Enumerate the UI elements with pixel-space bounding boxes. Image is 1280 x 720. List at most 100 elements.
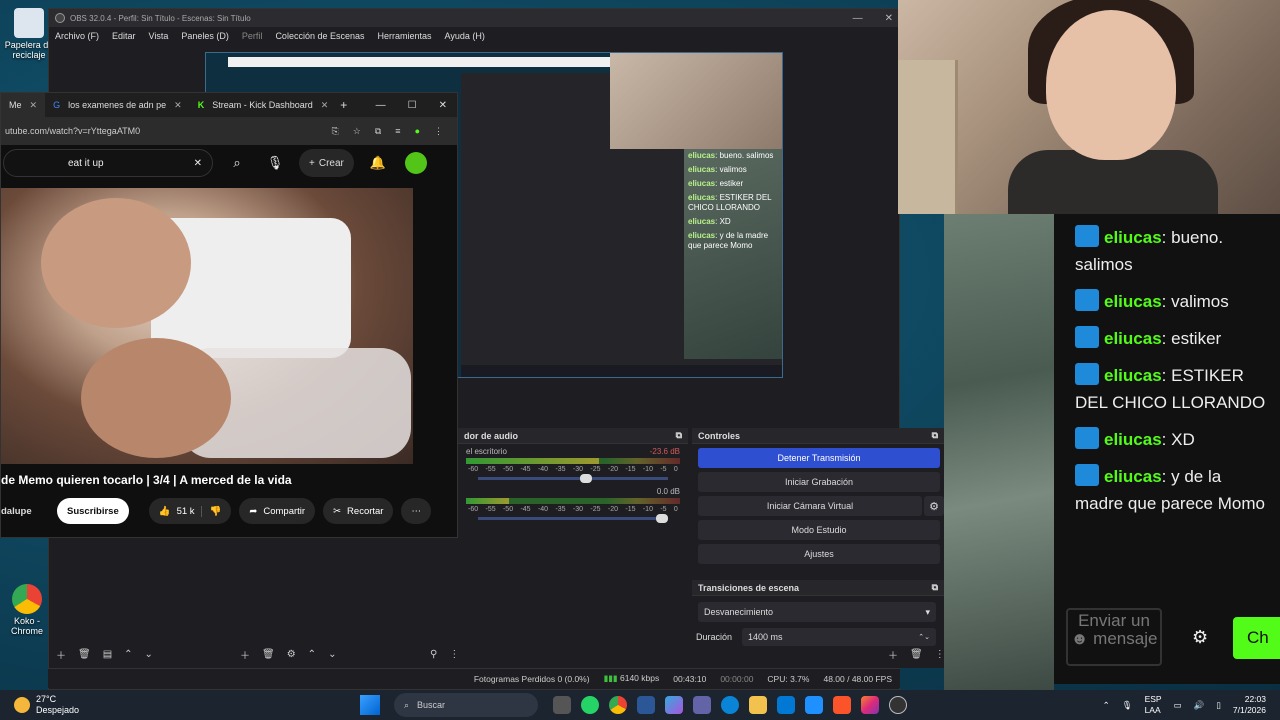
share-button[interactable]: ➦ Compartir xyxy=(239,498,316,524)
tray-chevron-icon[interactable]: ⌃ xyxy=(1103,700,1110,711)
menu-icon[interactable]: ⋮ xyxy=(434,126,443,137)
search-input[interactable]: eat it up ✕ xyxy=(3,149,213,177)
menu-view[interactable]: Vista xyxy=(149,31,169,41)
trash-icon[interactable]: 🗑 xyxy=(262,649,275,660)
whatsapp-icon[interactable] xyxy=(581,696,599,714)
minimize-icon[interactable]: — xyxy=(853,13,863,24)
link-icon[interactable]: ⚲ xyxy=(430,649,437,660)
taskbar-search[interactable]: ⌕ Buscar xyxy=(394,693,538,717)
microphone-icon[interactable]: 🎙 xyxy=(261,149,289,177)
menu-edit[interactable]: Editar xyxy=(112,31,136,41)
like-button[interactable]: 👍 51 k 👎 xyxy=(148,498,232,524)
thumbs-down-icon[interactable]: 👎 xyxy=(200,505,221,517)
word-icon[interactable] xyxy=(637,696,655,714)
teams-icon[interactable] xyxy=(693,696,711,714)
studio-mode-button[interactable]: Modo Estudio xyxy=(698,520,940,540)
file-explorer-icon[interactable] xyxy=(749,696,767,714)
start-virtual-camera-button[interactable]: Iniciar Cámara Virtual xyxy=(698,496,922,516)
avatar[interactable] xyxy=(402,149,430,177)
menu-tools[interactable]: Herramientas xyxy=(378,31,432,41)
filter-icon[interactable]: ▤ xyxy=(103,649,112,660)
undock-icon[interactable]: ⧉ xyxy=(676,430,682,441)
duration-input[interactable]: 1400 ms ⌃⌄ xyxy=(742,628,936,646)
undock-icon[interactable]: ⧉ xyxy=(932,582,938,593)
language-indicator[interactable]: ESP LAA xyxy=(1145,694,1162,716)
more-icon[interactable]: ⋮ xyxy=(449,649,459,660)
extensions-icon[interactable]: ⧉ xyxy=(375,126,381,137)
address-bar[interactable]: utube.com/watch?v=rYttegaATM0 ⎘ ☆ ⧉ ≡ ● … xyxy=(1,117,457,145)
gear-icon[interactable]: ⚙ xyxy=(1192,627,1208,648)
chat-input[interactable]: Enviar un ☻ mensaje xyxy=(1066,608,1162,666)
new-tab-icon[interactable]: + xyxy=(336,98,347,112)
close-icon[interactable]: ✕ xyxy=(885,13,893,24)
start-button[interactable] xyxy=(360,695,380,715)
channel-name[interactable]: dalupe xyxy=(1,506,49,517)
more-actions-button[interactable]: ⋯ xyxy=(401,498,431,524)
tab-adn[interactable]: Glos examenes de adn pe ✕ xyxy=(45,93,190,117)
gear-icon[interactable]: ⚙ xyxy=(287,649,296,660)
volume-slider[interactable] xyxy=(478,474,668,483)
menu-profile[interactable]: Perfil xyxy=(242,31,263,41)
minimize-icon[interactable]: — xyxy=(376,100,386,111)
close-tab-icon[interactable]: ✕ xyxy=(321,100,329,111)
instagram-icon[interactable] xyxy=(861,696,879,714)
task-view-icon[interactable] xyxy=(553,696,571,714)
subscribe-button[interactable]: Suscribirse xyxy=(57,498,129,524)
add-icon[interactable]: ＋ xyxy=(240,647,250,662)
chrome-icon[interactable] xyxy=(609,696,627,714)
video-player[interactable] xyxy=(1,188,413,464)
tab-youtube[interactable]: Me ✕ xyxy=(1,93,46,117)
transition-select[interactable]: Desvanecimiento ▾ xyxy=(698,602,936,622)
cast-icon[interactable]: ⎘ xyxy=(332,126,339,137)
notifications-icon[interactable]: 🔔 xyxy=(364,149,392,177)
move-down-icon[interactable]: ⌄ xyxy=(145,649,153,660)
clear-search-icon[interactable]: ✕ xyxy=(194,158,202,169)
trash-icon[interactable]: 🗑 xyxy=(910,649,923,660)
search-icon[interactable]: ⌕ xyxy=(223,149,251,177)
close-tab-icon[interactable]: ✕ xyxy=(174,100,182,111)
microphone-icon[interactable]: 🎙 xyxy=(1122,700,1133,711)
network-icon[interactable]: ▭ xyxy=(1174,700,1182,711)
media-icon[interactable]: ≡ xyxy=(395,126,400,137)
menu-docks[interactable]: Paneles (D) xyxy=(181,31,229,41)
url-text[interactable]: utube.com/watch?v=rYttegaATM0 xyxy=(5,126,140,136)
recycle-bin-shortcut[interactable]: Papelera de reciclaje xyxy=(4,8,54,60)
trash-icon[interactable]: 🗑 xyxy=(78,649,91,660)
create-button[interactable]: + Crear xyxy=(299,149,354,177)
slider-knob[interactable] xyxy=(580,474,592,483)
store-icon[interactable] xyxy=(777,696,795,714)
add-icon[interactable]: ＋ xyxy=(56,647,66,662)
chat-send-button[interactable]: Ch xyxy=(1233,617,1280,659)
profile-icon[interactable]: ● xyxy=(415,126,420,137)
battery-icon[interactable]: ▯ xyxy=(1216,700,1221,711)
virtual-camera-settings-icon[interactable]: ⚙ xyxy=(924,496,944,516)
volume-slider[interactable] xyxy=(478,514,668,523)
weather-widget[interactable]: 27°C Despejado xyxy=(0,694,360,716)
move-up-icon[interactable]: ⌃ xyxy=(124,649,132,660)
undock-icon[interactable]: ⧉ xyxy=(932,430,938,441)
clock[interactable]: 22:03 7/1/2026 xyxy=(1233,694,1266,716)
start-recording-button[interactable]: Iniciar Grabación xyxy=(698,472,940,492)
menu-file[interactable]: Archivo (F) xyxy=(55,31,99,41)
settings-button[interactable]: Ajustes xyxy=(698,544,940,564)
slider-knob[interactable] xyxy=(656,514,668,523)
obs-icon[interactable] xyxy=(889,696,907,714)
chrome-shortcut[interactable]: Koko - Chrome xyxy=(2,584,52,636)
volume-icon[interactable]: 🔊 xyxy=(1194,700,1205,711)
maximize-icon[interactable]: ☐ xyxy=(408,100,417,111)
menu-scene-collection[interactable]: Colección de Escenas xyxy=(275,31,364,41)
spinner-icon[interactable]: ⌃⌄ xyxy=(918,633,930,641)
close-tab-icon[interactable]: ✕ xyxy=(30,100,38,111)
add-icon[interactable]: ＋ xyxy=(888,647,898,662)
clip-button[interactable]: ✂ Recortar xyxy=(323,498,394,524)
close-icon[interactable]: ✕ xyxy=(439,100,447,111)
bookmark-star-icon[interactable]: ☆ xyxy=(353,126,361,137)
edge-icon[interactable] xyxy=(721,696,739,714)
tab-kick[interactable]: K Stream - Kick Dashboard ✕ xyxy=(190,93,337,117)
vpn-icon[interactable] xyxy=(805,696,823,714)
menu-help[interactable]: Ayuda (H) xyxy=(445,31,485,41)
brave-icon[interactable] xyxy=(833,696,851,714)
move-down-icon[interactable]: ⌄ xyxy=(328,649,336,660)
move-up-icon[interactable]: ⌃ xyxy=(308,649,316,660)
copilot-icon[interactable] xyxy=(665,696,683,714)
